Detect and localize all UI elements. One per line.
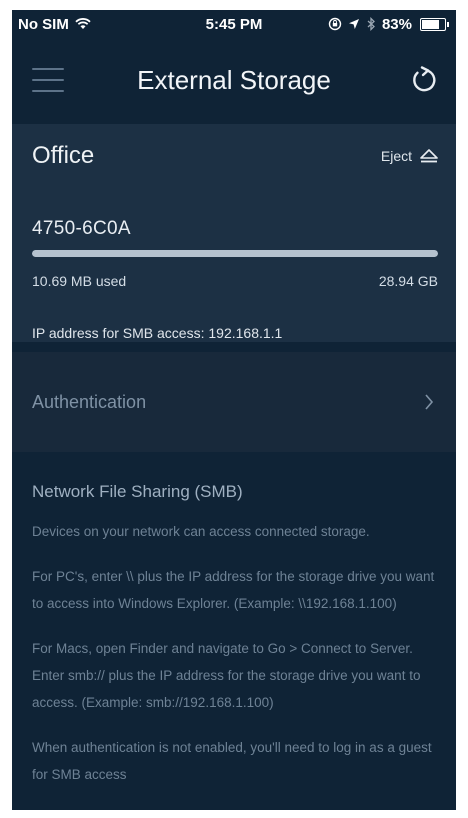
smb-info-section: Network File Sharing (SMB) Devices on yo… bbox=[12, 452, 456, 788]
smb-heading: Network File Sharing (SMB) bbox=[32, 482, 243, 501]
smb-paragraph: Devices on your network can access conne… bbox=[32, 524, 370, 539]
authentication-row[interactable]: Authentication bbox=[12, 352, 456, 452]
app-header: External Storage bbox=[12, 38, 456, 122]
carrier-label: No SIM bbox=[18, 15, 69, 33]
used-space: 10.69 MB used bbox=[32, 273, 127, 289]
smb-paragraph: For Macs, open Finder and navigate to Go… bbox=[32, 641, 421, 710]
eject-label: Eject bbox=[380, 148, 412, 164]
status-bar: No SIM 5:45 PM 83% bbox=[12, 10, 456, 38]
smb-ip-address: IP address for SMB access: 192.168.1.1 bbox=[32, 325, 283, 341]
storage-usage-fill bbox=[32, 250, 438, 257]
storage-card-header: Office Eject bbox=[32, 142, 438, 170]
total-capacity: 28.94 GB bbox=[378, 273, 438, 289]
chevron-right-icon bbox=[425, 394, 434, 410]
drive-name: 4750-6C0A bbox=[32, 218, 131, 239]
refresh-icon[interactable] bbox=[408, 64, 440, 96]
smb-paragraph: For PC's, enter \\ plus the IP address f… bbox=[32, 569, 435, 611]
eject-button[interactable]: Eject bbox=[381, 148, 438, 164]
device-name: Office bbox=[32, 142, 95, 169]
authentication-label: Authentication bbox=[32, 391, 147, 412]
hamburger-menu-icon[interactable] bbox=[32, 68, 64, 92]
status-right: 83% bbox=[328, 15, 449, 33]
page-title: External Storage bbox=[137, 64, 331, 95]
location-arrow-icon bbox=[348, 19, 359, 29]
battery-percent: 83% bbox=[381, 15, 412, 33]
storage-usage-row: 10.69 MB used 28.94 GB bbox=[32, 273, 438, 289]
status-left: No SIM bbox=[18, 16, 91, 33]
storage-card: Office Eject 4750-6C0A 10.69 MB used 28.… bbox=[12, 124, 456, 342]
wifi-icon bbox=[75, 18, 91, 29]
eject-icon bbox=[420, 149, 438, 163]
smb-paragraph: When authentication is not enabled, you'… bbox=[32, 740, 432, 782]
bluetooth-icon bbox=[367, 17, 375, 31]
phone-screen: No SIM 5:45 PM 83% External Storage Offi… bbox=[12, 10, 456, 810]
lock-rotation-icon bbox=[328, 17, 342, 31]
storage-usage-bar bbox=[32, 250, 438, 257]
battery-icon bbox=[420, 17, 449, 31]
battery-fill bbox=[422, 19, 439, 29]
